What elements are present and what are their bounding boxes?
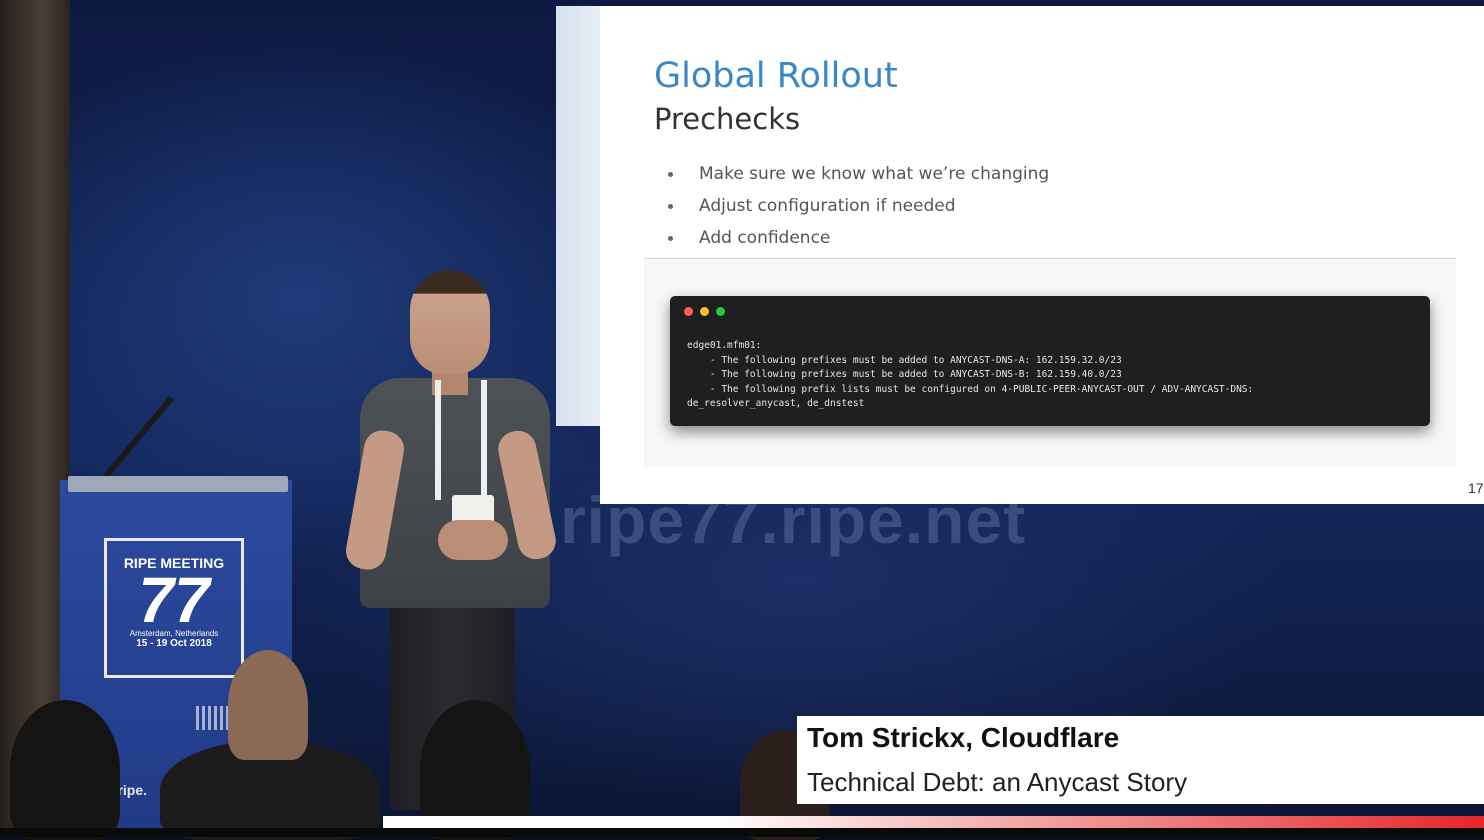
slide-page-number: 17 [1468, 480, 1484, 496]
close-dot-icon [684, 307, 693, 316]
presentation-slide: Global Rollout Prechecks Make sure we kn… [600, 6, 1484, 504]
lower-third-caption: Tom Strickx, Cloudflare Technical Debt: … [797, 716, 1484, 804]
slide-subtitle: Prechecks [654, 102, 801, 136]
terminal-window: edge01.mfm01: - The following prefixes m… [670, 296, 1430, 426]
talk-title: Technical Debt: an Anycast Story [807, 767, 1188, 797]
audience-head [10, 700, 120, 840]
terminal-output: edge01.mfm01: - The following prefixes m… [687, 339, 1253, 412]
minimize-dot-icon [700, 307, 709, 316]
terminal-line: - The following prefix lists must be con… [687, 383, 1254, 395]
podium-sign-location: Amsterdam, Netherlands [129, 629, 219, 638]
podium-top [68, 476, 288, 492]
slide-title: Global Rollout [654, 56, 898, 96]
podium-sign-dates: 15 - 19 Oct 2018 [136, 638, 212, 649]
ripe-ncc-logo-icon [196, 706, 230, 730]
audience-head [228, 650, 308, 760]
terminal-line: - The following prefixes must be added t… [687, 369, 1122, 380]
speaker-lanyard [435, 380, 487, 500]
terminal-line: de_resolver_anycast, de_dnstest [687, 398, 865, 409]
terminal-line: edge01.mfm01: [687, 340, 762, 351]
slide-bullet: Make sure we know what we’re changing [664, 158, 1049, 190]
speaker-hands [438, 520, 508, 560]
slide-bullet: Add confidence [664, 222, 1049, 254]
broadcast-accent-bar [383, 816, 1484, 828]
terminal-line: - The following prefixes must be added t… [687, 354, 1122, 366]
slide-divider [644, 258, 1456, 259]
speaker-head [410, 270, 490, 375]
maximize-dot-icon [716, 307, 725, 316]
speaker-name: Tom Strickx, Cloudflare [807, 722, 1120, 753]
slide-bullet-list: Make sure we know what we’re changing Ad… [664, 158, 1049, 254]
slide-bullet: Adjust configuration if needed [664, 190, 1049, 222]
bottom-edge [0, 828, 1484, 837]
podium-sign-number: 77 [138, 564, 210, 636]
podium-sign: RIPE MEETING 77 Amsterdam, Netherlands 1… [104, 538, 244, 678]
